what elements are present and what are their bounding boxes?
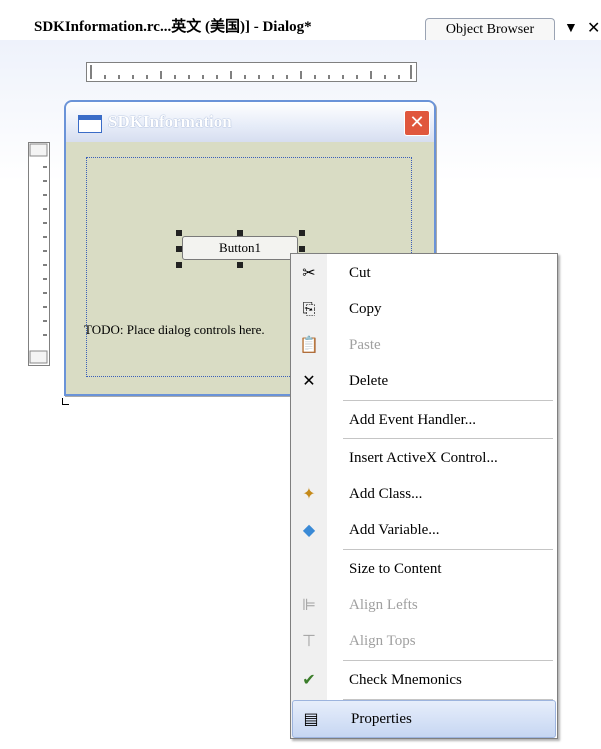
- menu-separator: [343, 400, 553, 401]
- copy-icon: ⎘: [302, 299, 316, 318]
- horizontal-ruler[interactable]: [86, 62, 417, 82]
- paste-icon: 📋: [299, 335, 319, 354]
- menu-item-add-variable[interactable]: ◆ Add Variable...: [291, 512, 557, 548]
- menu-item-delete[interactable]: ✕ Delete: [291, 363, 557, 399]
- menu-item-align-lefts[interactable]: ⊫ Align Lefts: [291, 587, 557, 623]
- button1-control[interactable]: Button1: [182, 236, 298, 260]
- menu-separator: [343, 549, 553, 550]
- resize-handle[interactable]: [299, 246, 305, 252]
- resize-handle[interactable]: [176, 262, 182, 268]
- delete-icon: ✕: [302, 371, 316, 390]
- dialog-resize-grip-icon[interactable]: [62, 398, 69, 405]
- resize-handle[interactable]: [299, 230, 305, 236]
- properties-icon: ▤: [303, 709, 319, 728]
- context-menu: ✂ Cut ⎘ Copy 📋 Paste ✕ Delete Add Event …: [290, 253, 558, 739]
- menu-item-properties[interactable]: ▤ Properties: [292, 700, 556, 738]
- add-variable-icon: ◆: [302, 520, 316, 539]
- menu-item-insert-activex[interactable]: Insert ActiveX Control...: [291, 440, 557, 476]
- window-icon: [78, 115, 102, 133]
- resize-handle[interactable]: [176, 230, 182, 236]
- vertical-ruler[interactable]: [28, 142, 50, 366]
- resize-handle[interactable]: [176, 246, 182, 252]
- vertical-ruler-ticks: [29, 143, 48, 364]
- align-tops-icon: ⊤: [302, 631, 316, 650]
- menu-separator: [343, 660, 553, 661]
- menu-item-add-class[interactable]: ✦ Add Class...: [291, 476, 557, 512]
- scissors-icon: ✂: [302, 263, 316, 282]
- menu-item-align-tops[interactable]: ⊤ Align Tops: [291, 623, 557, 659]
- horizontal-ruler-ticks: [90, 65, 412, 79]
- tab-close-icon[interactable]: ✕: [587, 18, 600, 40]
- menu-item-check-mnemonics[interactable]: ✔ Check Mnemonics: [291, 662, 557, 698]
- resize-handle[interactable]: [237, 262, 243, 268]
- menu-item-paste[interactable]: 📋 Paste: [291, 327, 557, 363]
- menu-item-add-event-handler[interactable]: Add Event Handler...: [291, 402, 557, 438]
- menu-item-copy[interactable]: ⎘ Copy: [291, 291, 557, 327]
- resize-handle[interactable]: [237, 230, 243, 236]
- check-mnemonics-icon: ✔: [302, 670, 316, 689]
- align-lefts-icon: ⊫: [302, 595, 316, 614]
- add-class-icon: ✦: [302, 484, 316, 503]
- menu-separator: [343, 438, 553, 439]
- menu-item-size-to-content[interactable]: Size to Content: [291, 551, 557, 587]
- dialog-close-icon[interactable]: ✕: [404, 110, 430, 136]
- todo-static-text[interactable]: TODO: Place dialog controls here.: [84, 322, 265, 338]
- document-tab-bar: SDKInformation.rc...英文 (美国)] - Dialog* O…: [0, 0, 601, 41]
- menu-item-cut[interactable]: ✂ Cut: [291, 255, 557, 291]
- dialog-title-bar: SDKInformation ✕: [66, 102, 434, 142]
- tab-object-browser[interactable]: Object Browser: [425, 18, 555, 41]
- tab-dialog-editor[interactable]: SDKInformation.rc...英文 (美国)] - Dialog*: [0, 14, 312, 40]
- dialog-title: SDKInformation: [108, 112, 232, 131]
- tab-list-dropdown-icon[interactable]: ▼: [564, 18, 578, 40]
